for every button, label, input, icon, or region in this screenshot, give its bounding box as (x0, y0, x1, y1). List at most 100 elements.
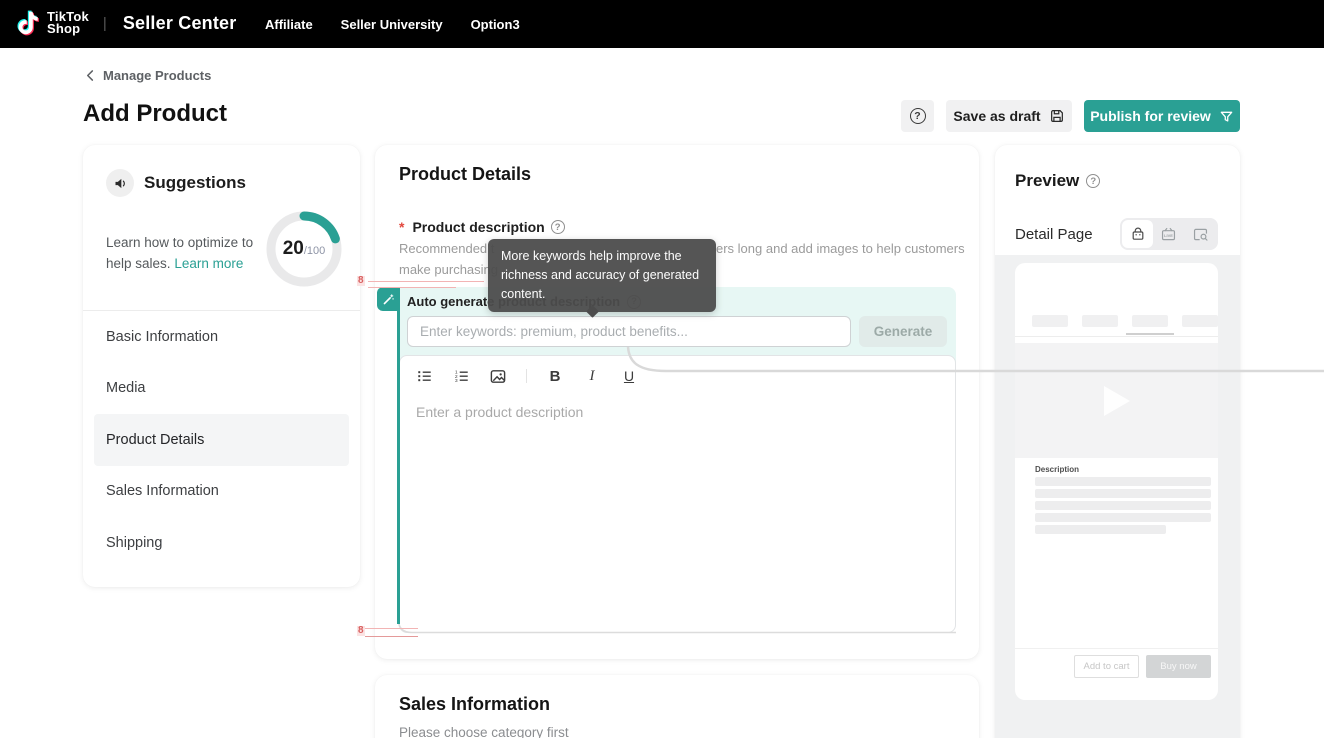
page-title: Add Product (83, 100, 227, 128)
save-as-draft-button[interactable]: Save as draft (946, 100, 1072, 132)
app-name: Seller Center (123, 13, 237, 34)
optimization-score-donut: 20/100 (262, 207, 346, 291)
suggestions-title: Suggestions (144, 173, 246, 193)
insert-image-icon[interactable] (489, 367, 507, 385)
placeholder-tab (1082, 315, 1118, 327)
preview-mode-switcher: LIVE (1120, 218, 1218, 250)
description-helper-text: Recommended t (399, 241, 494, 256)
play-icon (1102, 384, 1132, 418)
spacing-annotation-top-label: 8 (357, 276, 365, 286)
mock-add-to-cart-button: Add to cart (1074, 655, 1139, 678)
nav-item-seller-university[interactable]: Seller University (341, 17, 443, 32)
description-editor-input[interactable]: Enter a product description (400, 396, 955, 596)
save-as-draft-label: Save as draft (953, 108, 1040, 124)
preview-title: Preview ? (1015, 171, 1100, 191)
magic-wand-badge (377, 287, 399, 311)
text-placeholder-bar (1035, 513, 1211, 522)
breadcrumb-label: Manage Products (103, 68, 211, 83)
text-placeholder-bar (1035, 525, 1166, 534)
publish-label: Publish for review (1090, 108, 1211, 124)
preview-tab-live[interactable]: LIVE (1153, 220, 1184, 248)
spacing-annotation-line (368, 287, 456, 288)
logo-divider: | (103, 15, 107, 32)
sidebar-item-shipping[interactable]: Shipping (94, 517, 349, 569)
chevron-left-icon (85, 69, 96, 82)
divider (1015, 336, 1218, 337)
description-editor: 1 2 3 B I U Enter (399, 355, 956, 633)
product-details-title: Product Details (399, 164, 531, 185)
funnel-icon (1219, 109, 1234, 124)
underline-icon[interactable]: U (620, 367, 638, 385)
mock-buy-now-button: Buy now (1146, 655, 1211, 678)
product-details-section: Product Details * Product description ? … (375, 145, 979, 659)
suggestions-panel: Suggestions Learn how to optimize to hel… (83, 145, 360, 587)
toolbar-divider (526, 369, 527, 383)
top-nav-links: Affiliate Seller University Option3 (265, 0, 520, 48)
megaphone-icon (106, 169, 134, 197)
sales-information-title: Sales Information (399, 694, 550, 715)
help-button[interactable]: ? (901, 100, 934, 132)
description-help-icon[interactable]: ? (551, 220, 565, 234)
publish-for-review-button[interactable]: Publish for review (1084, 100, 1240, 132)
suggestions-hint: Learn how to optimize to help sales. Lea… (106, 232, 266, 274)
sidebar-item-product-details[interactable]: Product Details (94, 414, 349, 466)
tiktok-shop-logo[interactable]: TikTok Shop | Seller Center (14, 8, 236, 38)
preview-mode-label: Detail Page (1015, 226, 1093, 243)
add-product-page: TikTok Shop | Seller Center Affiliate Se… (0, 0, 1324, 738)
suggestions-header: Suggestions (106, 169, 246, 197)
bullet-list-icon[interactable] (415, 367, 433, 385)
preview-tab-shopping-bag[interactable] (1122, 220, 1153, 248)
preview-panel: Preview ? Detail Page LIVE (995, 145, 1240, 738)
generate-button[interactable]: Generate (859, 316, 947, 347)
logo-wordmark: TikTok Shop (47, 11, 89, 35)
question-icon: ? (910, 108, 926, 124)
breadcrumb[interactable]: Manage Products (85, 68, 211, 83)
bold-icon[interactable]: B (546, 367, 564, 385)
detail-page-mockup: Description Add to cart Buy now (1015, 263, 1218, 700)
spacing-annotation-bottom-label: 8 (357, 626, 365, 636)
preview-help-icon[interactable]: ? (1086, 174, 1100, 188)
spacing-annotation-line (365, 628, 418, 629)
browse-search-icon (1192, 226, 1209, 243)
magic-wand-icon (382, 293, 395, 306)
section-menu: Basic Information Media Product Details … (94, 311, 349, 569)
focus-accent-line (397, 287, 400, 624)
placeholder-tab (1182, 315, 1218, 327)
text-placeholder-bar (1035, 501, 1211, 510)
keywords-input[interactable] (407, 316, 851, 347)
shopping-bag-icon (1130, 226, 1146, 242)
live-tv-icon: LIVE (1160, 226, 1177, 243)
sales-information-subtitle: Please choose category first (399, 725, 569, 738)
score-value: 20/100 (262, 207, 346, 291)
editor-toolbar: 1 2 3 B I U (400, 356, 955, 396)
top-navigation-bar: TikTok Shop | Seller Center Affiliate Se… (0, 0, 1324, 48)
video-placeholder (1015, 343, 1218, 458)
italic-icon[interactable]: I (583, 367, 601, 385)
learn-more-link[interactable]: Learn more (174, 256, 243, 271)
nav-item-affiliate[interactable]: Affiliate (265, 17, 313, 32)
sidebar-item-sales-information[interactable]: Sales Information (94, 466, 349, 518)
spacing-annotation-line (368, 281, 484, 282)
sales-information-section: Sales Information Please choose category… (375, 675, 979, 738)
save-icon (1049, 108, 1065, 124)
active-tab-underline (1126, 333, 1174, 335)
sidebar-item-basic-information[interactable]: Basic Information (94, 311, 349, 363)
placeholder-tab (1132, 315, 1168, 327)
placeholder-tab (1032, 315, 1068, 327)
svg-text:3: 3 (454, 378, 457, 384)
sidebar-item-media[interactable]: Media (94, 363, 349, 415)
description-helper-text-cont: ers long and add images to help customer… (716, 241, 965, 256)
spacing-annotation-line (365, 636, 418, 637)
text-placeholder-bar (1035, 477, 1211, 486)
description-helper-text-line2: make purchasing (399, 262, 498, 277)
ordered-list-icon[interactable]: 1 2 3 (452, 367, 470, 385)
preview-body: Description Add to cart Buy now Please n… (995, 255, 1240, 738)
preview-tab-browse[interactable] (1185, 220, 1216, 248)
required-asterisk: * (399, 219, 404, 235)
tiktok-note-icon (14, 8, 41, 38)
nav-item-option3[interactable]: Option3 (471, 17, 520, 32)
keywords-tooltip: More keywords help improve the richness … (488, 239, 716, 312)
svg-text:LIVE: LIVE (1165, 233, 1174, 238)
product-description-label: * Product description ? (399, 219, 565, 235)
text-placeholder-bar (1035, 489, 1211, 498)
